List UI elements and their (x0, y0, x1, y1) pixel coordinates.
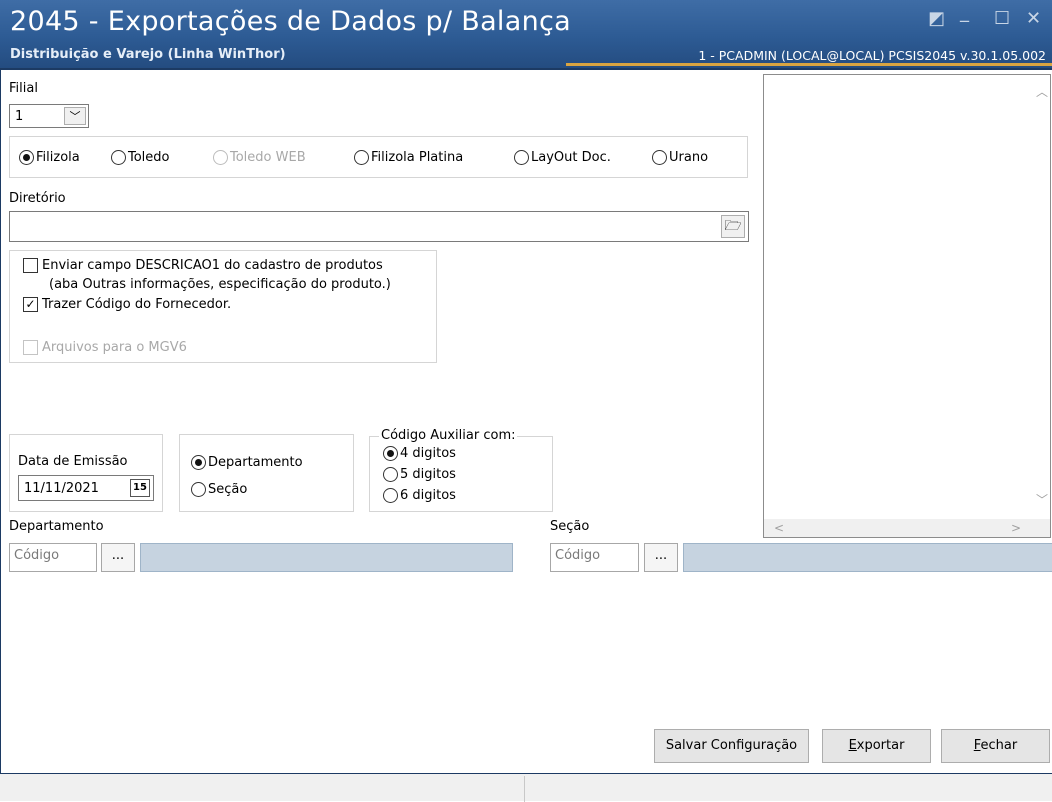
radio-layout-doc[interactable]: LayOut Doc. (514, 150, 611, 165)
radio-circle (213, 150, 228, 165)
agrupamento-group (179, 434, 354, 512)
radio-circle (19, 150, 34, 165)
radio-secao[interactable]: Seção (191, 482, 247, 497)
calendar-icon[interactable]: 15 (130, 479, 150, 497)
filial-value: 1 (15, 109, 24, 124)
departamento-search-button[interactable]: ... (101, 543, 135, 572)
restore-icon[interactable]: ◩ (928, 8, 945, 29)
data-emissao-label: Data de Emissão (18, 454, 128, 469)
radio-circle (191, 455, 206, 470)
window-title: 2045 - Exportações de Dados p/ Balança (10, 6, 571, 37)
radio-circle (514, 150, 529, 165)
vertical-scrollbar[interactable]: ︿ ﹀ (1033, 75, 1050, 520)
radio-departamento[interactable]: Departamento (191, 455, 303, 470)
radio-4-digitos[interactable]: 4 digitos (383, 446, 456, 461)
data-emissao-input[interactable]: 11/11/2021 15 (18, 475, 154, 501)
checkbox-box (23, 340, 38, 355)
salvar-configuracao-button[interactable]: Salvar Configuração (654, 729, 809, 763)
secao-label: Seção (550, 519, 590, 534)
main-form: Filial 1 ﹀ Filizola Toledo Toledo WEB Fi… (0, 70, 1052, 773)
radio-circle (383, 467, 398, 482)
scroll-left-icon[interactable]: < (774, 521, 784, 535)
radio-circle (111, 150, 126, 165)
chevron-down-icon[interactable]: ﹀ (64, 107, 86, 125)
radio-toledo-web: Toledo WEB (213, 150, 306, 165)
filial-select[interactable]: 1 ﹀ (9, 104, 89, 128)
radio-filizola-platina[interactable]: Filizola Platina (354, 150, 463, 165)
close-icon[interactable]: ✕ (1026, 8, 1041, 29)
window-subtitle: Distribuição e Varejo (Linha WinThor) (10, 47, 286, 62)
radio-urano[interactable]: Urano (652, 150, 708, 165)
descricao1-hint: (aba Outras informações, especificação d… (49, 277, 391, 292)
secao-description (683, 543, 1052, 572)
filial-label: Filial (9, 81, 38, 96)
radio-circle (354, 150, 369, 165)
horizontal-scrollbar[interactable]: < > (764, 519, 1050, 537)
scroll-right-icon[interactable]: > (1011, 521, 1021, 535)
fornecedor-checkbox[interactable]: ✓ Trazer Código do Fornecedor. (23, 297, 231, 312)
descricao1-checkbox[interactable]: Enviar campo DESCRICAO1 do cadastro de p… (23, 258, 383, 273)
title-accent-line (566, 63, 1052, 66)
radio-circle (383, 488, 398, 503)
title-bar: 2045 - Exportações de Dados p/ Balança D… (0, 0, 1052, 70)
scroll-up-icon[interactable]: ︿ (1036, 83, 1048, 100)
radio-circle (191, 482, 206, 497)
radio-5-digitos[interactable]: 5 digitos (383, 467, 456, 482)
fechar-button[interactable]: Fechar (941, 729, 1050, 763)
preview-panel[interactable]: ︿ ﹀ < > (763, 74, 1051, 538)
folder-open-icon[interactable]: 🗁 (721, 215, 745, 238)
scroll-down-icon[interactable]: ﹀ (1036, 491, 1048, 508)
radio-toledo[interactable]: Toledo (111, 150, 170, 165)
radio-circle (652, 150, 667, 165)
checkbox-box (23, 258, 38, 273)
secao-code-input[interactable]: Código (550, 543, 639, 572)
radio-6-digitos[interactable]: 6 digitos (383, 488, 456, 503)
diretorio-label: Diretório (9, 191, 66, 206)
departamento-description (140, 543, 513, 572)
mgv6-checkbox: Arquivos para o MGV6 (23, 340, 187, 355)
codigo-auxiliar-label: Código Auxiliar com: (379, 428, 518, 443)
exportar-button[interactable]: Exportar (822, 729, 931, 763)
status-separator (524, 776, 525, 802)
check-icon: ✓ (23, 297, 38, 312)
radio-circle (383, 446, 398, 461)
diretorio-input[interactable]: 🗁 (9, 211, 749, 242)
departamento-code-input[interactable]: Código (9, 543, 97, 572)
departamento-label: Departamento (9, 519, 104, 534)
status-bar (0, 773, 1052, 802)
secao-search-button[interactable]: ... (644, 543, 678, 572)
radio-filizola[interactable]: Filizola (19, 150, 80, 165)
maximize-icon[interactable]: ☐ (994, 8, 1010, 29)
minimize-icon[interactable]: _ (960, 2, 969, 23)
user-info: 1 - PCADMIN (LOCAL@LOCAL) PCSIS2045 v.30… (698, 48, 1046, 63)
